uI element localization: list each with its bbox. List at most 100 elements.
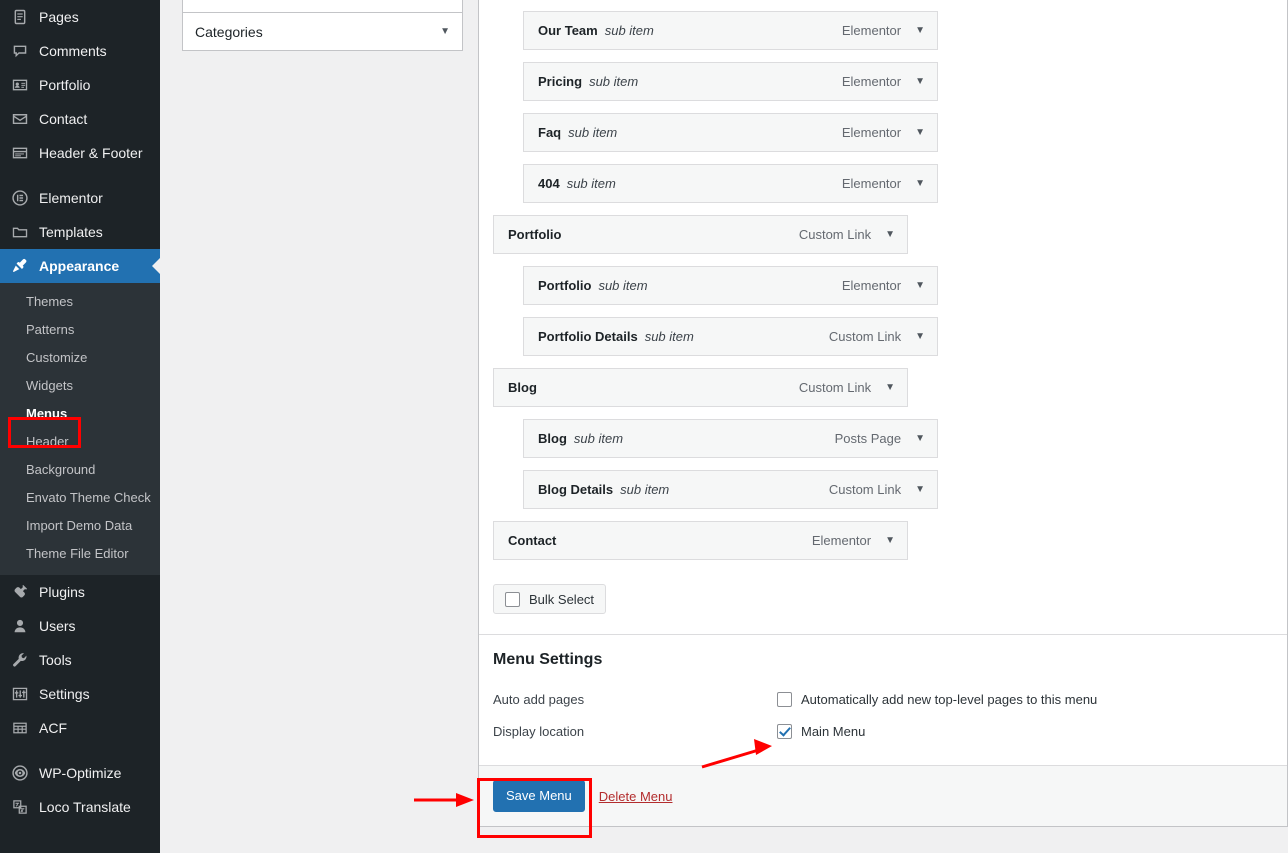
chevron-down-icon[interactable]: ▼ bbox=[915, 280, 925, 291]
sidebar-subitem-envato-theme-check[interactable]: Envato Theme Check bbox=[0, 484, 160, 512]
chevron-down-icon[interactable]: ▼ bbox=[915, 25, 925, 36]
loco-translate-icon bbox=[10, 797, 30, 817]
chevron-down-icon[interactable]: ▼ bbox=[915, 331, 925, 342]
templates-icon bbox=[10, 222, 30, 242]
accordion-categories[interactable]: Categories ▼ bbox=[183, 12, 462, 50]
menu-item-sub-label: sub item bbox=[567, 176, 616, 191]
header-footer-icon bbox=[10, 143, 30, 163]
menu-item-sub-label: sub item bbox=[598, 278, 647, 293]
tools-icon bbox=[10, 650, 30, 670]
menu-item-row[interactable]: Blogsub itemPosts Page▼ bbox=[523, 419, 938, 458]
menu-item-row[interactable]: ContactElementor▼ bbox=[493, 521, 908, 560]
menu-item-sub-label: sub item bbox=[620, 482, 669, 497]
sidebar-subitem-menus[interactable]: Menus bbox=[0, 400, 160, 428]
sidebar-item-contact[interactable]: Contact bbox=[0, 102, 160, 136]
sidebar-item-label: WP-Optimize bbox=[39, 766, 121, 780]
menu-item-sub-label: sub item bbox=[589, 74, 638, 89]
menu-item-sub-label: sub item bbox=[568, 125, 617, 140]
sidebar-item-elementor[interactable]: Elementor bbox=[0, 181, 160, 215]
menu-item-type: Custom Link bbox=[829, 482, 901, 497]
sidebar-item-label: Plugins bbox=[39, 585, 85, 599]
sidebar-item-tools[interactable]: Tools bbox=[0, 643, 160, 677]
sidebar-item-label: Elementor bbox=[39, 191, 103, 205]
main-menu-checkbox[interactable] bbox=[777, 724, 792, 739]
menu-item-row[interactable]: Portfolio Detailssub itemCustom Link▼ bbox=[523, 317, 938, 356]
menu-item-type: Elementor bbox=[842, 23, 901, 38]
menu-item-title: Our Team bbox=[538, 23, 598, 38]
sidebar-item-loco-translate[interactable]: Loco Translate bbox=[0, 790, 160, 824]
sidebar-item-plugins[interactable]: Plugins bbox=[0, 575, 160, 609]
sidebar-item-label: Loco Translate bbox=[39, 800, 131, 814]
accordion-box: Categories ▼ bbox=[182, 0, 463, 51]
menu-item-row[interactable]: Faqsub itemElementor▼ bbox=[523, 113, 938, 152]
sidebar-subitem-header[interactable]: Header bbox=[0, 428, 160, 456]
menu-item-row[interactable]: Portfolio sub item Elementor ▼ bbox=[523, 266, 938, 305]
sidebar-subitem-background[interactable]: Background bbox=[0, 456, 160, 484]
menu-item-row[interactable]: BlogCustom Link▼ bbox=[493, 368, 908, 407]
menu-item-title: Blog bbox=[538, 431, 567, 446]
comments-icon bbox=[10, 41, 30, 61]
menu-item-type: Elementor bbox=[842, 125, 901, 140]
menu-item-title: Portfolio bbox=[538, 278, 591, 293]
chevron-down-icon[interactable]: ▼ bbox=[885, 382, 895, 393]
main-menu-label: Main Menu bbox=[801, 724, 865, 739]
auto-add-pages-checkbox[interactable] bbox=[777, 692, 792, 707]
sidebar-item-wp-optimize[interactable]: WP-Optimize bbox=[0, 756, 160, 790]
sidebar-subitem-theme-file-editor[interactable]: Theme File Editor bbox=[0, 540, 160, 568]
sidebar-item-label: ACF bbox=[39, 721, 67, 735]
chevron-down-icon[interactable]: ▼ bbox=[915, 127, 925, 138]
sidebar-item-templates[interactable]: Templates bbox=[0, 215, 160, 249]
elementor-icon bbox=[10, 188, 30, 208]
sidebar-subitem-import-demo-data[interactable]: Import Demo Data bbox=[0, 512, 160, 540]
sidebar-subitem-customize[interactable]: Customize bbox=[0, 344, 160, 372]
menu-save-bar: Save Menu Delete Menu bbox=[479, 765, 1287, 826]
sidebar-item-pages[interactable]: Pages bbox=[0, 0, 160, 34]
chevron-down-icon[interactable]: ▼ bbox=[915, 76, 925, 87]
menu-item-title: Blog Details bbox=[538, 482, 613, 497]
chevron-down-icon[interactable]: ▼ bbox=[885, 535, 895, 546]
display-location-field[interactable]: Main Menu bbox=[777, 724, 865, 739]
sidebar-item-acf[interactable]: ACF bbox=[0, 711, 160, 745]
chevron-down-icon[interactable]: ▼ bbox=[915, 178, 925, 189]
menu-structure-panel: About Ussub itemElementor▼Our Teamsub it… bbox=[478, 0, 1288, 827]
save-menu-button[interactable]: Save Menu bbox=[493, 780, 585, 812]
sidebar-subitem-patterns[interactable]: Patterns bbox=[0, 316, 160, 344]
wp-optimize-icon bbox=[10, 763, 30, 783]
menu-item-sub-label: sub item bbox=[605, 23, 654, 38]
sidebar-subitem-themes[interactable]: Themes bbox=[0, 288, 160, 316]
sidebar-item-users[interactable]: Users bbox=[0, 609, 160, 643]
sidebar-item-portfolio[interactable]: Portfolio bbox=[0, 68, 160, 102]
menu-item-row[interactable]: PortfolioCustom Link▼ bbox=[493, 215, 908, 254]
delete-menu-link[interactable]: Delete Menu bbox=[599, 789, 673, 804]
menu-item-row[interactable]: 404sub itemElementor▼ bbox=[523, 164, 938, 203]
menu-item-row[interactable]: Pricingsub itemElementor▼ bbox=[523, 62, 938, 101]
arrow-annotation-save-menu bbox=[412, 785, 482, 815]
menu-item-row[interactable]: Blog Details sub item Custom Link ▼ bbox=[523, 470, 938, 509]
display-location-label: Display location bbox=[493, 724, 777, 739]
menu-item-title: Portfolio bbox=[508, 227, 561, 242]
menu-items-list: About Ussub itemElementor▼Our Teamsub it… bbox=[479, 0, 1287, 560]
sidebar-subitem-widgets[interactable]: Widgets bbox=[0, 372, 160, 400]
menu-settings-heading: Menu Settings bbox=[493, 651, 1287, 669]
bulk-select-checkbox[interactable] bbox=[505, 592, 520, 607]
sidebar-item-appearance[interactable]: Appearance bbox=[0, 249, 160, 283]
chevron-down-icon[interactable]: ▼ bbox=[885, 229, 895, 240]
menu-item-type: Custom Link bbox=[799, 380, 871, 395]
chevron-down-icon[interactable]: ▼ bbox=[915, 433, 925, 444]
menu-item-type: Elementor bbox=[842, 176, 901, 191]
chevron-down-icon[interactable]: ▼ bbox=[440, 26, 450, 37]
sidebar-item-label: Header & Footer bbox=[39, 146, 143, 160]
menu-item-type: Elementor bbox=[842, 278, 901, 293]
contact-icon bbox=[10, 109, 30, 129]
auto-add-pages-field[interactable]: Automatically add new top-level pages to… bbox=[777, 692, 1097, 707]
sidebar-item-settings[interactable]: Settings bbox=[0, 677, 160, 711]
menu-item-title: Contact bbox=[508, 533, 556, 548]
bulk-select-toggle[interactable]: Bulk Select bbox=[493, 584, 606, 614]
menu-settings-section: Menu Settings Auto add pages Automatical… bbox=[479, 635, 1287, 765]
sidebar-item-label: Appearance bbox=[39, 259, 119, 273]
appearance-submenu: ThemesPatternsCustomizeWidgetsMenusHeade… bbox=[0, 283, 160, 575]
chevron-down-icon[interactable]: ▼ bbox=[915, 484, 925, 495]
sidebar-item-comments[interactable]: Comments bbox=[0, 34, 160, 68]
menu-item-row[interactable]: Our Team sub item Elementor ▼ bbox=[523, 11, 938, 50]
sidebar-item-header-footer[interactable]: Header & Footer bbox=[0, 136, 160, 170]
